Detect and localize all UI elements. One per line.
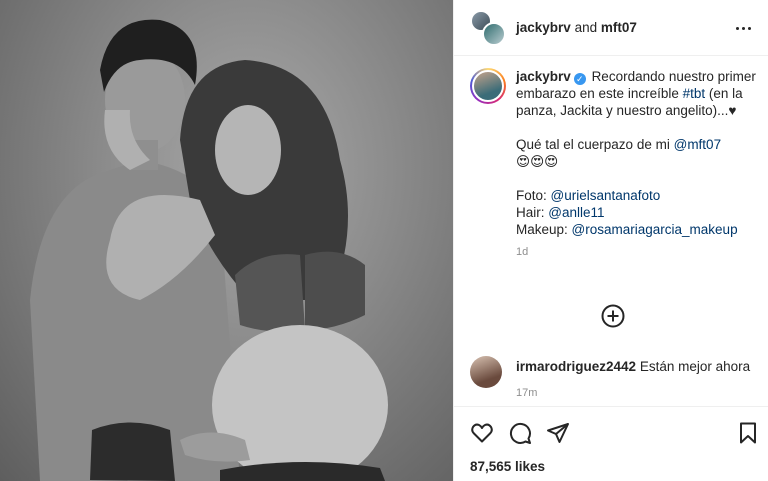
heart-icon[interactable] (470, 421, 494, 445)
more-options-icon[interactable] (733, 18, 753, 38)
author-link[interactable]: mft07 (601, 20, 637, 35)
caption-line: Qué tal el cuerpazo de mi (516, 137, 670, 152)
comment-item: irmarodriguez2442 Están mejor ahora 17m (470, 356, 760, 402)
mention-link[interactable]: @urielsantanafoto (551, 188, 661, 203)
credit-label: Foto: (516, 188, 547, 203)
comment-icon[interactable] (508, 421, 532, 445)
comment-username[interactable]: irmarodriguez2442 (516, 359, 636, 374)
post-side-panel: jackybrv and mft07 jackybrv ✓ Recordando … (453, 0, 768, 481)
post-photo[interactable] (0, 0, 453, 481)
post-caption: jackybrv ✓ Recordando nuestro primer emba… (470, 68, 760, 261)
likes-count[interactable]: 87,565 likes (470, 459, 545, 474)
caption-timestamp[interactable]: 1d (516, 244, 760, 261)
mention-link[interactable]: @mft07 (674, 137, 721, 152)
collab-avatars[interactable] (470, 9, 506, 46)
credit-label: Makeup: (516, 222, 568, 237)
mention-link[interactable]: @anlle11 (548, 205, 604, 220)
caption-text: jackybrv ✓ Recordando nuestro primer emba… (516, 68, 760, 261)
credit-label: Hair: (516, 205, 545, 220)
avatar[interactable] (470, 356, 502, 388)
instagram-post-modal: jackybrv and mft07 jackybrv ✓ Recordando … (0, 0, 768, 481)
bookmark-icon[interactable] (736, 421, 760, 445)
post-authors: jackybrv and mft07 (516, 20, 637, 35)
add-circle-icon[interactable] (601, 304, 625, 328)
avatar (482, 21, 506, 46)
post-header: jackybrv and mft07 (454, 0, 768, 56)
caption-emojis: 😍😍😍 (516, 154, 559, 169)
author-link[interactable]: jackybrv (516, 20, 571, 35)
action-bar: 87,565 likes (454, 406, 768, 481)
mention-link[interactable]: @rosamariagarcia_makeup (572, 222, 738, 237)
authors-and-text: and (574, 20, 598, 35)
caption-username[interactable]: jackybrv (516, 69, 571, 84)
verified-badge-icon: ✓ (573, 73, 586, 85)
hashtag-link[interactable]: #tbt (683, 86, 706, 101)
comment-timestamp[interactable]: 17m (516, 384, 750, 402)
avatar[interactable] (470, 68, 506, 104)
photo-illustration (30, 19, 388, 481)
send-icon[interactable] (546, 421, 570, 445)
comment-text: Están mejor ahora (639, 359, 751, 374)
